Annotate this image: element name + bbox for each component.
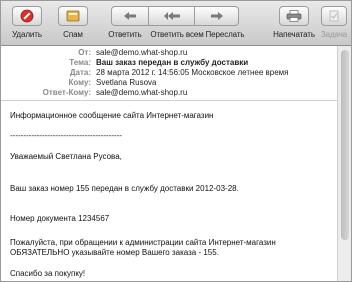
forward-button[interactable]: Переслать xyxy=(195,4,255,44)
task-button[interactable]: Задача xyxy=(319,4,349,44)
header-from: От: sale@demo.what-shop.ru xyxy=(1,48,337,58)
header-from-value[interactable]: sale@demo.what-shop.ru xyxy=(96,48,187,58)
header-from-label: От: xyxy=(78,48,91,57)
delete-label: Удалить xyxy=(12,30,42,39)
body-line: Уважаемый Светлана Русова, xyxy=(10,152,122,161)
reply-label: Ответить xyxy=(108,30,142,39)
delete-button[interactable]: Удалить xyxy=(5,4,49,44)
header-reply-to: Ответ-Кому: sale@demo.what-shop.ru xyxy=(1,88,337,98)
task-icon xyxy=(321,6,347,26)
header-date: Дата: 28 марта 2012 г. 14:56:05 Московск… xyxy=(1,68,337,78)
forward-icon xyxy=(195,6,239,26)
task-label: Задача xyxy=(320,30,348,39)
toolbar: Удалить Спам Ответить Ответить всем Пере… xyxy=(1,1,351,46)
reply-button[interactable]: Ответить xyxy=(101,4,149,44)
header-reply-to-value[interactable]: sale@demo.what-shop.ru xyxy=(96,88,187,98)
header-subject-label: Тема: xyxy=(69,58,91,67)
body-line: Информационное сообщение сайта Интернет-… xyxy=(10,111,214,120)
junk-label: Спам xyxy=(63,30,83,39)
header-subject-value: Ваш заказ передан в службу доставки xyxy=(96,58,249,67)
message-headers: От: sale@demo.what-shop.ru Тема: Ваш зак… xyxy=(1,46,337,98)
print-icon xyxy=(279,6,309,26)
message-body: Информационное сообщение сайта Интернет-… xyxy=(1,101,337,281)
header-to-value[interactable]: Svetlana Rusova xyxy=(96,78,156,88)
body-line: ОБЯЗАТЕЛЬНО указывайте номер Вашего зака… xyxy=(10,248,219,257)
delete-icon xyxy=(12,6,42,26)
print-label: Напечатать xyxy=(273,30,315,39)
junk-icon xyxy=(58,6,88,26)
header-subject: Тема: Ваш заказ передан в службу доставк… xyxy=(1,58,337,68)
body-line: Пожалуйста, при обращении к администраци… xyxy=(10,238,276,247)
header-to: Кому: Svetlana Rusova xyxy=(1,78,337,88)
vertical-scrollbar[interactable] xyxy=(337,46,351,281)
body-line: Спасибо за покупку! xyxy=(10,269,86,278)
body-line: ----------------------------------------… xyxy=(10,131,122,140)
mail-window: Удалить Спам Ответить Ответить всем Пере… xyxy=(0,0,352,282)
header-reply-to-label: Ответ-Кому: xyxy=(42,88,91,97)
scrollbar-thumb[interactable] xyxy=(341,50,349,240)
forward-label: Переслать xyxy=(205,30,245,39)
reply-icon xyxy=(111,6,149,26)
header-to-label: Кому: xyxy=(68,78,91,87)
header-date-value: 28 марта 2012 г. 14:56:05 Московское лет… xyxy=(96,68,289,77)
header-date-label: Дата: xyxy=(69,68,91,77)
body-line: Номер документа 1234567 xyxy=(10,214,110,223)
junk-button[interactable]: Спам xyxy=(51,4,95,44)
reply-all-icon xyxy=(149,6,195,26)
print-button[interactable]: Напечатать xyxy=(269,4,319,44)
body-line: Ваш заказ номер 155 передан в службу дос… xyxy=(10,184,239,193)
